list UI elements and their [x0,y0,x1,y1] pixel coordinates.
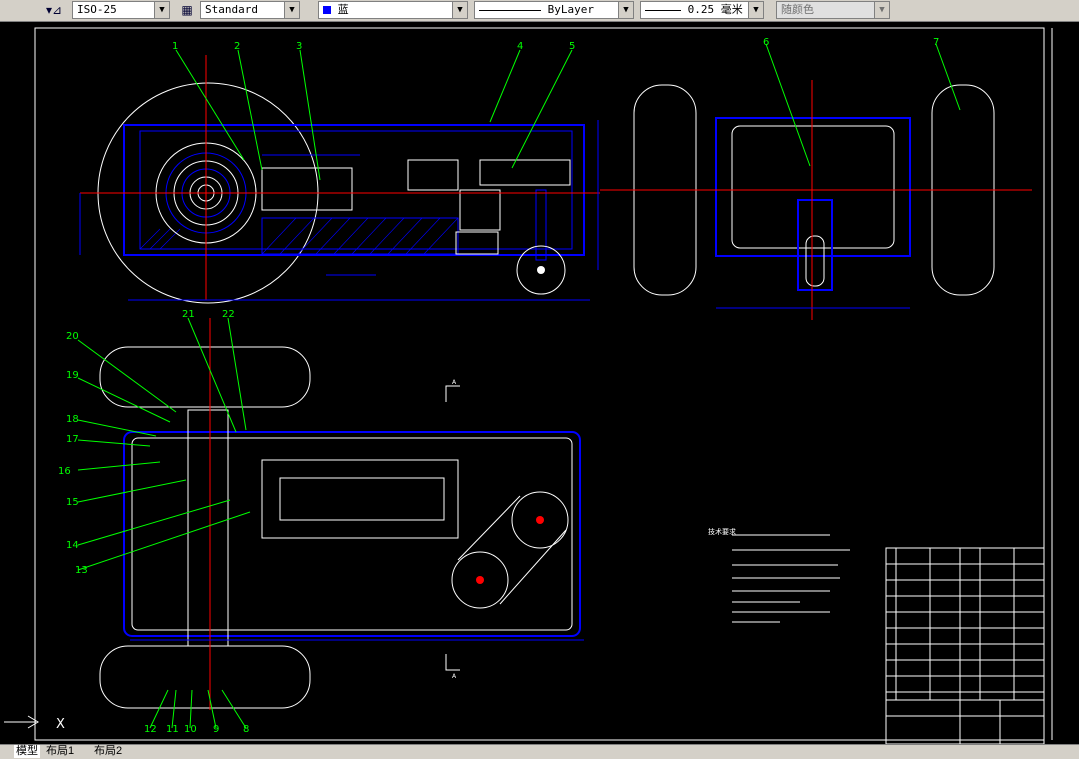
section-mark-bottom [445,654,460,671]
section-label-bottom: A [452,673,457,680]
callout-19: 19 [66,370,79,381]
callout-10: 10 [184,724,197,735]
layout-tab-bar: 模型 布局1 布局2 [0,744,1079,759]
plan-wheel-top [99,346,311,408]
table-style-icon[interactable]: ▦ [178,2,196,18]
plan-wheel-bottom [99,645,311,709]
lineweight-value: 0.25 毫米 [687,3,743,16]
chevron-down-icon: ▼ [618,2,633,18]
plotstyle-dropdown[interactable]: 随颜色 ▼ [776,1,890,19]
dimstyle-dropdown[interactable]: ISO-25 ▼ [72,1,170,19]
callout-2: 2 [234,41,240,52]
callout-22: 22 [222,309,235,320]
axle [187,409,229,647]
technical-notes: 技术要求 [708,527,850,623]
callout-12: 12 [144,724,157,735]
plan-view [99,318,584,710]
callout-1: 1 [172,41,178,52]
section-mark-top [445,385,460,402]
tablestyle-dropdown[interactable]: Standard ▼ [200,1,300,19]
section-label-top: A [452,379,457,386]
callout-8: 8 [243,724,249,735]
tab-layout2[interactable]: 布局2 [92,745,124,758]
callout-5: 5 [569,41,575,52]
callout-20: 20 [66,331,79,342]
callout-4: 4 [517,41,523,52]
callout-3: 3 [296,41,302,52]
tab-model[interactable]: 模型 [14,745,40,758]
lineweight-sample [645,9,681,11]
color-dropdown[interactable]: 蓝 ▼ [318,1,468,19]
callout-11: 11 [166,724,179,735]
side-view [600,80,1032,320]
dimension-style-icon[interactable]: ⊿ [48,2,66,18]
front-view [79,55,600,304]
drawing-frame [34,27,1045,741]
chassis-inner [139,130,573,250]
side-chassis [715,117,911,257]
linetype-dropdown[interactable]: ByLayer ▼ [474,1,634,19]
chevron-down-icon: ▼ [284,2,299,18]
chevron-down-icon: ▼ [154,2,169,18]
callout-16: 16 [58,466,71,477]
chevron-down-icon: ▼ [874,2,889,18]
tab-layout1[interactable]: 布局1 [44,745,76,758]
callout-6: 6 [763,37,769,48]
gear-housing [407,159,459,191]
callout-14: 14 [66,540,79,551]
ucs-icon [4,715,39,729]
notes-label: 技术要求 [708,527,736,536]
chevron-down-icon: ▼ [748,2,763,18]
properties-toolbar: ▾ ⊿ ISO-25 ▼ ▦ Standard ▼ 蓝 ▼ ByLayer ▼ … [0,0,1079,22]
callout-7: 7 [933,37,939,48]
lineweight-dropdown[interactable]: 0.25 毫米 ▼ [640,1,764,19]
callout-17: 17 [66,434,79,445]
drawing-canvas[interactable]: 1 2 3 4 5 6 7 8 9 10 11 12 13 14 15 16 1… [0,22,1079,745]
linetype-value: ByLayer [547,3,594,16]
ucs-axis-label: X [56,717,65,732]
color-swatch [323,6,331,14]
chevron-down-icon: ▼ [452,2,467,18]
callout-18: 18 [66,414,79,425]
drawing-svg: 1 2 3 4 5 6 7 8 9 10 11 12 13 14 15 16 1… [4,27,1053,745]
linetype-sample [479,9,541,11]
plan-chassis [123,431,581,637]
callout-9: 9 [213,724,219,735]
tablestyle-value: Standard [205,3,258,16]
callout-15: 15 [66,497,79,508]
callout-21: 21 [182,309,195,320]
dimstyle-value: ISO-25 [77,3,117,16]
title-block [885,547,1045,745]
plotstyle-value: 随颜色 [781,3,814,16]
color-value: 蓝 [337,3,349,16]
callout-13: 13 [75,565,88,576]
motor [261,167,353,211]
